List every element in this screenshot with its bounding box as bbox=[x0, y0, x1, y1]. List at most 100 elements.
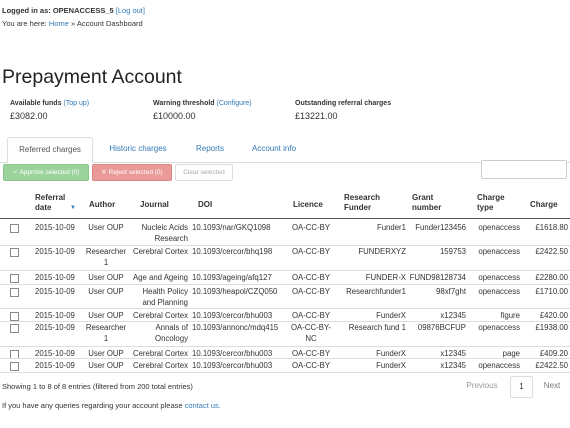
cell-journal: Annals of Oncology bbox=[155, 323, 188, 343]
cell-doi: 10.1093/cercor/bhu003 bbox=[192, 361, 273, 370]
cell-date: 2015-10-09 bbox=[35, 247, 75, 256]
available-funds: Available funds (Top up) £3082.00 bbox=[10, 100, 89, 121]
cell-journal: Cerebral Cortex bbox=[132, 361, 188, 370]
tab-account-info[interactable]: Account info bbox=[242, 137, 306, 161]
warning-threshold: Warning threshold (Configure) £10000.00 bbox=[153, 100, 252, 121]
row-select-checkbox[interactable] bbox=[10, 224, 19, 233]
cell-licence: OA-CC-BY bbox=[291, 361, 331, 370]
row-select-checkbox[interactable] bbox=[10, 288, 19, 297]
header-doi[interactable]: DOI bbox=[198, 200, 212, 210]
cell-date: 2015-10-09 bbox=[35, 311, 75, 320]
cell-date: 2015-10-09 bbox=[35, 223, 75, 232]
cell-journal: Cerebral Cortex bbox=[132, 247, 188, 256]
cell-grant: 98xf7ght bbox=[436, 287, 466, 296]
row-divider bbox=[0, 372, 570, 373]
cell-funder: FunderX bbox=[376, 311, 406, 320]
cell-charge: £2280.00 bbox=[535, 273, 568, 282]
cell-author: User OUP bbox=[88, 361, 124, 370]
cell-grant: FUND98128734 bbox=[409, 273, 466, 282]
cell-licence: OA-CC-BY-NC bbox=[290, 323, 331, 343]
cell-doi: 10.1093/heapol/CZQ050 bbox=[192, 287, 278, 296]
clear-selected-button[interactable]: Clear selected bbox=[175, 164, 233, 181]
previous-page-button[interactable]: Previous bbox=[456, 376, 508, 396]
cell-date: 2015-10-09 bbox=[35, 361, 75, 370]
cell-grant: 09876BCFUP bbox=[417, 323, 466, 332]
header-charge-type[interactable]: Charge type bbox=[477, 193, 517, 213]
logout-link[interactable]: [Log out] bbox=[116, 6, 145, 15]
breadcrumb-home-link[interactable]: Home bbox=[49, 19, 69, 28]
header-charge[interactable]: Charge bbox=[530, 200, 558, 210]
top-up-link[interactable]: (Top up) bbox=[63, 100, 89, 107]
warning-threshold-label: Warning threshold bbox=[153, 100, 215, 107]
breadcrumb-current: Account Dashboard bbox=[76, 19, 143, 28]
cell-doi: 10.1093/ageing/afq127 bbox=[192, 273, 272, 282]
cell-author: Researcher 1 bbox=[85, 247, 127, 267]
cell-grant: x12345 bbox=[440, 361, 466, 370]
cell-date: 2015-10-09 bbox=[35, 273, 75, 282]
logged-in-label: Logged in as: OPENACCESS_5 bbox=[2, 6, 114, 15]
contact-us-link[interactable]: contact us. bbox=[185, 401, 221, 410]
cell-type: figure bbox=[500, 311, 520, 320]
configure-link[interactable]: (Configure) bbox=[217, 100, 252, 107]
header-grant-number[interactable]: Grant number bbox=[412, 193, 452, 213]
header-licence[interactable]: Licence bbox=[293, 200, 323, 210]
login-status: Logged in as: OPENACCESS_5 [Log out] bbox=[2, 6, 145, 15]
row-select-checkbox[interactable] bbox=[10, 324, 19, 333]
cell-type: openaccess bbox=[478, 247, 520, 256]
row-select-checkbox[interactable] bbox=[10, 274, 19, 283]
header-author[interactable]: Author bbox=[89, 200, 115, 210]
table-header-divider bbox=[0, 218, 570, 219]
warning-threshold-value: £10000.00 bbox=[153, 111, 196, 121]
cell-charge: £2422.50 bbox=[535, 361, 568, 370]
row-select-checkbox[interactable] bbox=[10, 248, 19, 257]
tab-referred-charges[interactable]: Referred charges bbox=[7, 137, 93, 163]
cell-licence: OA-CC-BY bbox=[291, 247, 331, 256]
reject-selected-button[interactable]: ✕ Reject selected (0) bbox=[92, 164, 172, 181]
cell-journal: Age and Ageing bbox=[132, 273, 188, 282]
header-journal[interactable]: Journal bbox=[140, 200, 169, 210]
cell-author: User OUP bbox=[88, 223, 124, 232]
footer-text: If you have any queries regarding your a… bbox=[2, 401, 183, 410]
cell-type: openaccess bbox=[478, 323, 520, 332]
cell-charge: £1938.00 bbox=[535, 323, 568, 332]
cell-journal: Cerebral Cortex bbox=[132, 311, 188, 320]
cell-type: openaccess bbox=[478, 287, 520, 296]
search-input[interactable] bbox=[481, 160, 567, 179]
available-funds-label: Available funds bbox=[10, 100, 62, 107]
outstanding-charges: Outstanding referral charges £13221.00 bbox=[295, 100, 391, 121]
cell-journal: Nucleic Acids Research bbox=[141, 223, 188, 243]
approve-selected-button[interactable]: ✓ Approve selected (0) bbox=[3, 164, 89, 181]
row-divider bbox=[0, 346, 570, 347]
cell-author: User OUP bbox=[88, 311, 124, 320]
cell-date: 2015-10-09 bbox=[35, 287, 75, 296]
header-referral-date[interactable]: Referral date bbox=[35, 193, 75, 213]
next-page-button[interactable]: Next bbox=[534, 376, 570, 396]
cell-type: openaccess bbox=[478, 361, 520, 370]
row-divider bbox=[0, 270, 570, 271]
page-1-button[interactable]: 1 bbox=[510, 376, 533, 398]
cell-doi: 10.1093/cercor/bhq198 bbox=[192, 247, 273, 256]
available-funds-value: £3082.00 bbox=[10, 111, 48, 121]
cell-licence: OA-CC-BY bbox=[291, 223, 331, 232]
tab-reports[interactable]: Reports bbox=[186, 137, 234, 161]
cell-grant: 159753 bbox=[439, 247, 466, 256]
cell-grant: Funder123456 bbox=[415, 223, 466, 232]
cell-type: openaccess bbox=[478, 223, 520, 232]
pagination-info: Showing 1 to 8 of 8 entries (filtered fr… bbox=[2, 382, 193, 391]
row-select-checkbox[interactable] bbox=[10, 362, 19, 371]
cell-journal: Health Policy and Planning bbox=[142, 287, 188, 307]
cell-charge: £2422.50 bbox=[535, 247, 568, 256]
cell-author: User OUP bbox=[88, 287, 124, 296]
sort-desc-icon[interactable]: ▼ bbox=[70, 205, 76, 211]
footer-note: If you have any queries regarding your a… bbox=[2, 401, 221, 410]
row-divider bbox=[0, 284, 570, 285]
cell-author: Researcher 1 bbox=[85, 323, 127, 343]
cell-funder: Research fund 1 bbox=[348, 323, 406, 332]
breadcrumb-prefix: You are here: bbox=[2, 19, 47, 28]
cell-grant: x12345 bbox=[440, 311, 466, 320]
cell-funder: FUNDERXYZ bbox=[358, 247, 406, 256]
breadcrumb-separator: » bbox=[70, 19, 76, 28]
row-select-checkbox[interactable] bbox=[10, 312, 19, 321]
tab-historic-charges[interactable]: Historic charges bbox=[100, 137, 176, 161]
header-research-funder[interactable]: Research Funder bbox=[344, 193, 388, 213]
